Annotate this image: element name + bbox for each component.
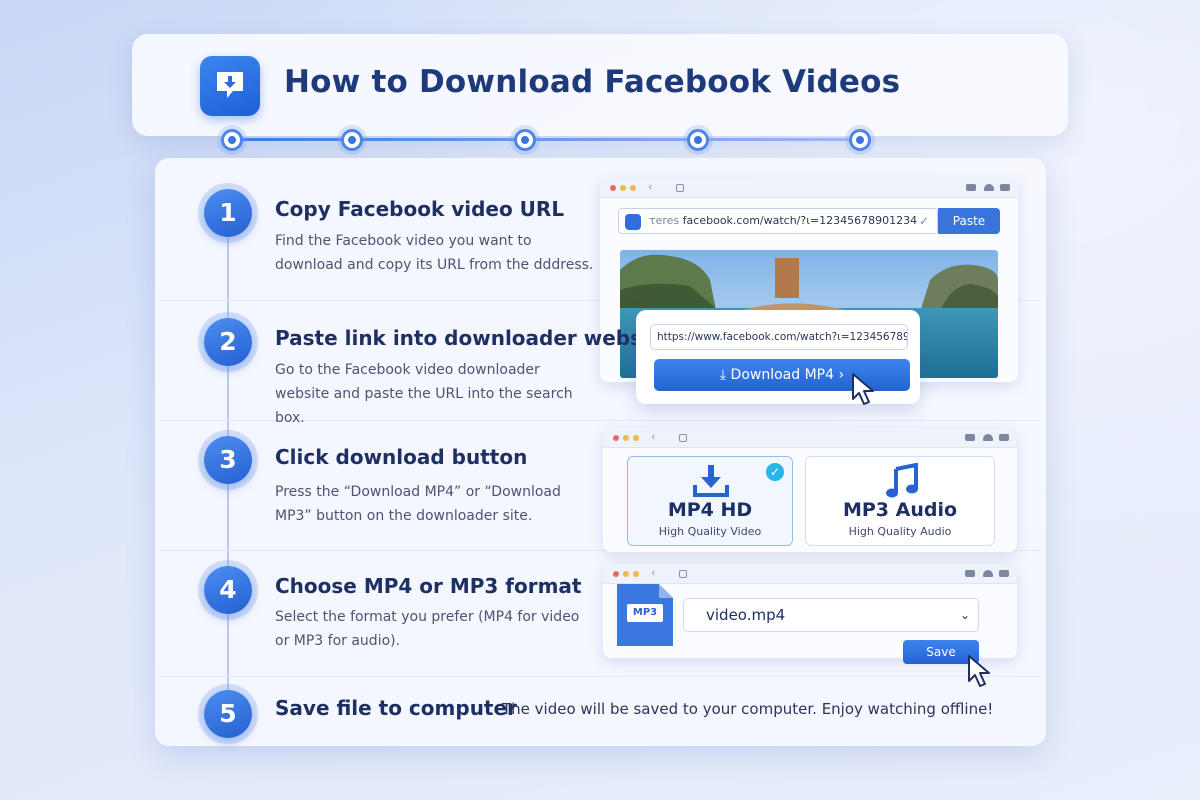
maximize-dot-icon[interactable] [633,435,639,441]
format-title: MP3 Audio [842,499,958,521]
tab-icon[interactable] [679,434,687,442]
step-title-3: Click download button [275,445,528,469]
progress-line [232,138,860,141]
profile-icon[interactable] [983,570,993,577]
browser-window-step3: ‹ ✓ MP4 HD High Quality Video MP3 Audio … [603,428,1017,552]
browser-window-step4: ‹ MP3 video.mp4 ⌄ Save [603,564,1017,674]
close-dot-icon[interactable] [613,435,619,441]
music-note-icon [886,463,918,498]
close-dot-icon[interactable] [610,185,616,191]
browser-toolbar: ‹ [600,178,1018,198]
profile-icon[interactable] [984,184,994,191]
minimize-dot-icon[interactable] [620,185,626,191]
format-title: MP4 HD [667,499,753,521]
file-icon: MP3 [615,582,675,648]
address-bar[interactable]: τeres facebook.com/watch/?ι=123456789012… [618,208,938,234]
progress-dot-2 [341,129,363,151]
format-select[interactable]: video.mp4 ⌄ [683,598,979,632]
header-card: How to Download Facebook Videos [132,34,1068,136]
progress-dot-4 [687,129,709,151]
extension-icon[interactable] [966,184,976,191]
back-arrow-icon[interactable]: ‹ [648,180,652,193]
checkmark-icon: ✓ [918,214,929,228]
address-prefix: τeres [649,214,680,227]
step-number-4: 4 [204,566,252,614]
step-desc-3: Press the “Download MP4” or “Download MP… [275,484,561,524]
paste-button[interactable]: Paste [938,208,1000,234]
menu-icon[interactable] [999,570,1009,577]
step-desc-5: The video will be saved to your computer… [502,700,994,718]
step-title-5: Save file to computer [275,696,517,720]
step-number-2: 2 [204,318,252,366]
step-desc-2: Go to the Facebook video downloader webs… [275,362,573,426]
step-number-5: 5 [204,690,252,738]
close-dot-icon[interactable] [613,571,619,577]
logo-icon [200,56,260,116]
menu-icon[interactable] [1000,184,1010,191]
step-title-1: Copy Facebook video URL [275,197,565,221]
minimize-dot-icon[interactable] [623,435,629,441]
back-arrow-icon[interactable]: ‹ [651,430,655,443]
step-desc-4: Select the format you prefer (MP4 for vi… [275,609,580,649]
format-subtitle: High Quality Audio [848,525,952,538]
extension-icon[interactable] [965,434,975,441]
divider [160,676,1040,677]
selected-check-icon: ✓ [766,463,784,481]
progress-dot-1 [221,129,243,151]
url-input[interactable]: https://www.facebook.com/watch?ι=1234567… [650,324,908,350]
site-icon [625,214,641,230]
file-badge: MP3 [627,604,663,622]
format-option-mp3[interactable]: MP3 Audio High Quality Audio [805,456,995,546]
step-title-2: Paste link into downloader website [275,326,672,350]
tab-icon[interactable] [676,184,684,192]
profile-icon[interactable] [983,434,993,441]
maximize-dot-icon[interactable] [633,571,639,577]
selected-filename: video.mp4 [706,606,786,624]
minimize-dot-icon[interactable] [623,571,629,577]
step-title-4: Choose MP4 or MP3 format [275,574,582,598]
cursor-icon [968,655,990,687]
maximize-dot-icon[interactable] [630,185,636,191]
address-url: facebook.com/watch/?ι=12345678901234 [682,214,918,227]
download-icon [693,465,729,497]
step-desc-1: Find the Facebook video you want to down… [275,233,594,273]
progress-dot-3 [514,129,536,151]
browser-toolbar: ‹ [603,564,1017,584]
progress-dot-5 [849,129,871,151]
format-subtitle: High Quality Video [658,525,762,538]
cursor-icon [852,373,874,405]
back-arrow-icon[interactable]: ‹ [651,566,655,579]
format-option-mp4[interactable]: ✓ MP4 HD High Quality Video [627,456,793,546]
extension-icon[interactable] [965,570,975,577]
browser-toolbar: ‹ [603,428,1017,448]
step-number-1: 1 [204,189,252,237]
tab-icon[interactable] [679,570,687,578]
page-title: How to Download Facebook Videos [284,64,901,100]
menu-icon[interactable] [999,434,1009,441]
step-number-3: 3 [204,436,252,484]
chevron-down-icon: ⌄ [959,608,970,622]
